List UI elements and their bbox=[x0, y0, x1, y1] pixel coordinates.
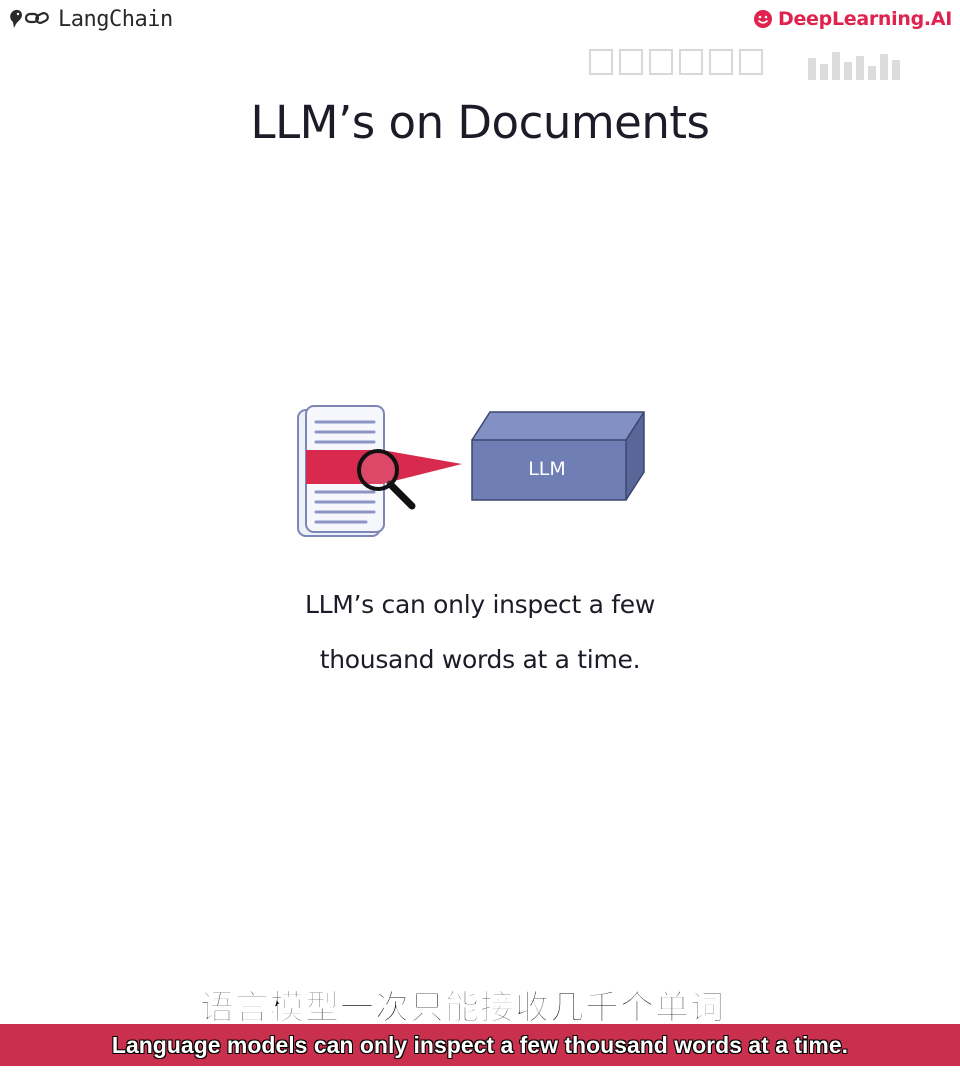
subtitle-bar: Language models can only inspect a few t… bbox=[0, 1024, 960, 1066]
smile-icon bbox=[754, 10, 772, 28]
subtitle-chinese: 语言模型一次只能接收几千个单词。 bbox=[200, 988, 760, 1029]
caption-line-2: thousand words at a time. bbox=[319, 645, 641, 674]
langchain-brand-text: LangChain bbox=[58, 6, 173, 32]
slide-title: LLM’s on Documents bbox=[250, 96, 710, 149]
watermark-mark bbox=[589, 49, 900, 80]
caption-line-1: LLM’s can only inspect a few bbox=[304, 590, 656, 619]
subtitle-english: Language models can only inspect a few t… bbox=[111, 1031, 849, 1058]
langchain-brand: LangChain bbox=[8, 6, 173, 32]
llm-box-label: LLM bbox=[528, 458, 566, 480]
slide-page: LangChain DeepLearning.AI LLM’s on Docum… bbox=[0, 0, 960, 1080]
deeplearning-brand: DeepLearning.AI bbox=[753, 8, 952, 30]
deeplearning-brand-text: DeepLearning.AI bbox=[778, 8, 952, 30]
parrot-chain-icon bbox=[10, 9, 49, 29]
